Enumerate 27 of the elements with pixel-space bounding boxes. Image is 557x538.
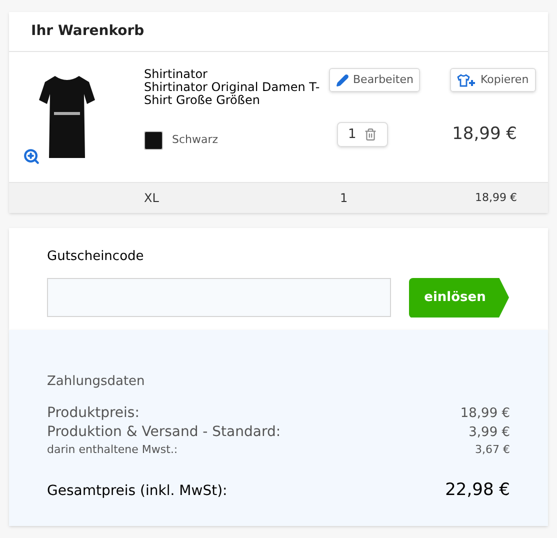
coupon-field[interactable] (47, 278, 391, 317)
edit-button[interactable]: Bearbeiten (329, 68, 420, 92)
shirt-plus-icon (457, 74, 476, 86)
size-value: XL (144, 190, 160, 207)
product-price-label: Produktpreis: (47, 404, 140, 422)
payment-title: Zahlungsdaten (47, 373, 146, 391)
product-name: Shirtinator Original Damen T-Shirt Große Größen (144, 81, 321, 107)
copy-button[interactable]: Kopieren (450, 68, 536, 92)
color-name: Schwarz (172, 132, 218, 148)
total-label: Gesamtpreis (inkl. MwSt): (47, 482, 228, 500)
quantity-field[interactable]: 1 (337, 122, 388, 148)
price-value: 3,67 € (475, 442, 510, 458)
zoom-icon[interactable] (23, 148, 40, 165)
price-value: 18,99 € (460, 404, 510, 422)
size-quantity: 1 (340, 190, 348, 207)
item-price: 18,99 € (452, 123, 517, 146)
pencil-icon (336, 74, 349, 86)
size-price: 18,99 € (475, 190, 517, 206)
quantity-value: 1 (348, 126, 356, 144)
product-brand: Shirtinator (144, 68, 208, 81)
product-price-label: Produktion & Versand - Standard: (47, 422, 281, 440)
tax-label: darin enthaltene Mwst.: (47, 442, 178, 458)
delete-icon[interactable] (364, 128, 378, 142)
price-value: 3,99 € (468, 424, 510, 442)
cart-title: Ihr Warenkorb (31, 22, 144, 41)
price-value: 22,98 € (445, 478, 510, 502)
coupon-label: Gutscheincode (47, 248, 145, 266)
